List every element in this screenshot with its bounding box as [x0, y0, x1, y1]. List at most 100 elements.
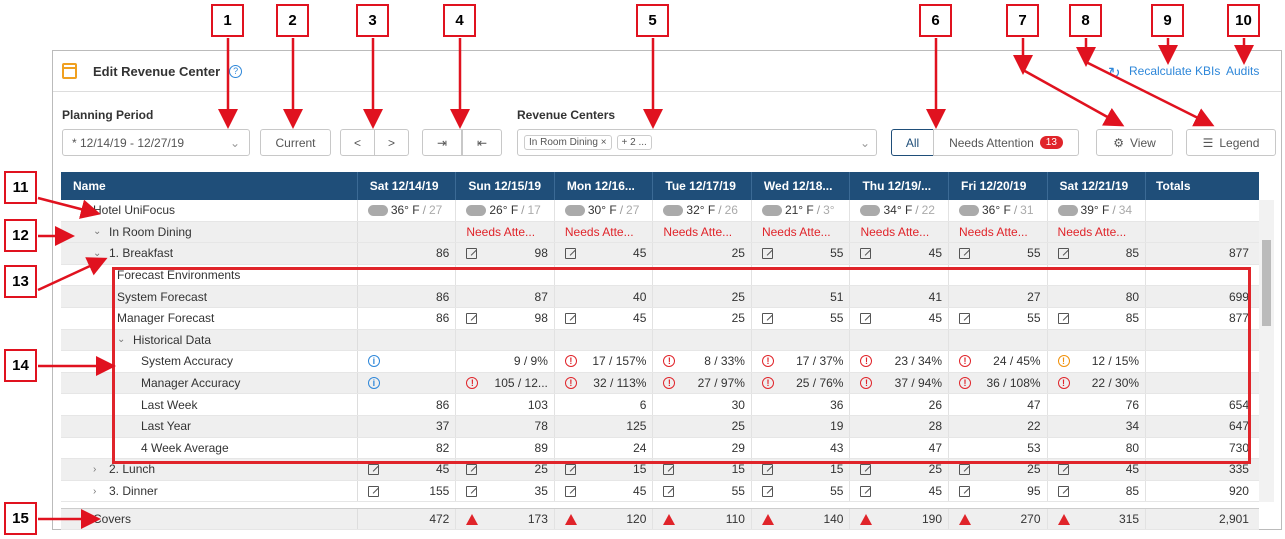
legend-button[interactable]: ☰ Legend — [1186, 129, 1276, 156]
value-cell[interactable]: 45 — [555, 480, 654, 502]
edit-icon[interactable] — [1057, 485, 1069, 497]
row-name-cell: ⌄ In Room Dining — [61, 221, 358, 243]
edit-icon[interactable] — [1057, 247, 1069, 259]
needs-attention-cell[interactable]: Needs Atte... — [653, 221, 752, 243]
value-cell[interactable]: 45 — [850, 307, 949, 329]
value-cell[interactable]: 55 — [752, 243, 851, 264]
edit-icon[interactable] — [860, 312, 872, 324]
audits-link[interactable]: Audits — [1226, 64, 1259, 78]
prev-period-button[interactable]: < — [340, 129, 375, 156]
edit-icon[interactable] — [663, 485, 675, 497]
indent-button[interactable]: ⇥ — [422, 129, 462, 156]
edit-icon[interactable] — [761, 463, 773, 475]
column-date-header[interactable]: Wed 12/18... — [752, 172, 851, 200]
needs-attention-cell[interactable]: Needs Atte... — [752, 221, 851, 243]
edit-icon[interactable] — [761, 247, 773, 259]
value-cell[interactable]: 45 — [850, 480, 949, 502]
in-room-dining-row[interactable]: ⌄ In Room Dining Needs Atte... Needs Atte..… — [61, 221, 1259, 244]
outdent-button[interactable]: ⇤ — [462, 129, 502, 156]
value-cell[interactable]: 45 — [358, 459, 457, 480]
value-cell[interactable]: 45 — [555, 243, 654, 264]
needs-attention-cell[interactable]: Needs Atte... — [949, 221, 1048, 243]
edit-icon[interactable] — [761, 312, 773, 324]
value-cell[interactable]: 35 — [456, 480, 555, 502]
value-cell[interactable]: 15 — [752, 459, 851, 480]
edit-icon[interactable] — [860, 463, 872, 475]
recalculate-kbis-link[interactable]: Recalculate KBIs — [1129, 64, 1220, 78]
current-button[interactable]: Current — [260, 129, 331, 156]
column-totals-header[interactable]: Totals — [1146, 172, 1259, 200]
refresh-icon[interactable]: ↻ — [1108, 64, 1121, 82]
needs-attention-cell[interactable]: Needs Atte... — [1048, 221, 1147, 243]
column-date-header[interactable]: Sat 12/14/19 — [358, 172, 457, 200]
column-date-header[interactable]: Mon 12/16... — [555, 172, 654, 200]
revenue-center-chip[interactable]: In Room Dining × — [524, 135, 612, 150]
value-cell[interactable]: 45 — [850, 243, 949, 264]
value-cell[interactable]: 55 — [752, 480, 851, 502]
revenue-centers-select[interactable]: In Room Dining × + 2 ... ⌄ — [517, 129, 877, 156]
edit-icon[interactable] — [959, 463, 970, 475]
value-cell[interactable]: 15 — [653, 459, 752, 480]
needs-attention-cell[interactable]: Needs Atte... — [555, 221, 654, 243]
planning-period-select[interactable]: * 12/14/19 - 12/27/19 ⌄ — [62, 129, 250, 156]
edit-icon[interactable] — [959, 247, 970, 259]
edit-icon[interactable] — [466, 463, 478, 475]
value-cell[interactable]: 25 — [850, 459, 949, 480]
vertical-scrollbar[interactable] — [1259, 200, 1274, 502]
edit-icon[interactable] — [959, 485, 970, 497]
edit-icon[interactable] — [466, 485, 478, 497]
value-cell[interactable]: 25 — [949, 459, 1048, 480]
value-cell[interactable]: 45 — [1048, 459, 1147, 480]
value-cell[interactable]: 15 — [555, 459, 654, 480]
column-name-header[interactable]: Name — [61, 172, 358, 200]
edit-icon[interactable] — [564, 312, 576, 324]
filter-needs-attention-button[interactable]: Needs Attention 13 — [933, 129, 1079, 156]
expand-chevron-icon[interactable]: › — [93, 486, 109, 497]
value-cell[interactable]: 85 — [1048, 480, 1147, 502]
column-date-header[interactable]: Thu 12/19/... — [850, 172, 949, 200]
revenue-center-more-chip[interactable]: + 2 ... — [616, 135, 652, 150]
edit-icon[interactable] — [466, 247, 478, 259]
edit-icon[interactable] — [564, 485, 576, 497]
value-cell[interactable]: 25 — [456, 459, 555, 480]
help-icon[interactable]: ? — [229, 64, 243, 78]
value-cell[interactable]: 45 — [555, 307, 654, 329]
scrollbar-thumb[interactable] — [1262, 240, 1271, 326]
column-date-header[interactable]: Tue 12/17/19 — [653, 172, 752, 200]
view-button[interactable]: ⚙ View — [1096, 129, 1173, 156]
column-date-header[interactable]: Fri 12/20/19 — [949, 172, 1048, 200]
edit-icon[interactable] — [959, 312, 970, 324]
edit-icon[interactable] — [663, 463, 675, 475]
value-cell[interactable]: 55 — [752, 307, 851, 329]
edit-icon[interactable] — [860, 485, 872, 497]
column-date-header[interactable]: Sat 12/21/19 — [1048, 172, 1147, 200]
value-cell[interactable]: 85 — [1048, 243, 1147, 264]
expand-chevron-icon[interactable]: ⌄ — [117, 334, 133, 345]
value-cell[interactable]: 98 — [456, 243, 555, 264]
expand-chevron-icon[interactable]: ⌄ — [93, 226, 109, 237]
filter-all-button[interactable]: All — [891, 129, 934, 156]
edit-icon[interactable] — [564, 247, 576, 259]
value-cell[interactable]: 155 — [358, 480, 457, 502]
value-cell[interactable]: 55 — [949, 243, 1048, 264]
needs-attention-cell[interactable]: Needs Atte... — [456, 221, 555, 243]
needs-attention-cell[interactable]: Needs Atte... — [850, 221, 949, 243]
edit-icon[interactable] — [367, 485, 379, 497]
value-cell[interactable]: 98 — [456, 307, 555, 329]
edit-icon[interactable] — [564, 463, 576, 475]
edit-icon[interactable] — [761, 485, 773, 497]
value-cell[interactable]: 55 — [949, 307, 1048, 329]
column-date-header[interactable]: Sun 12/15/19 — [456, 172, 555, 200]
edit-icon[interactable] — [466, 312, 478, 324]
value-cell[interactable]: 55 — [653, 480, 752, 502]
expand-chevron-icon[interactable]: ⌄ — [93, 248, 109, 259]
edit-icon[interactable] — [860, 247, 872, 259]
value-cell[interactable]: 85 — [1048, 307, 1147, 329]
expand-chevron-icon[interactable]: › — [93, 464, 109, 475]
edit-icon[interactable] — [1057, 312, 1069, 324]
needs-attention-cell[interactable] — [358, 221, 457, 243]
edit-icon[interactable] — [1057, 463, 1069, 475]
edit-icon[interactable] — [367, 463, 379, 475]
value-cell[interactable]: 95 — [949, 480, 1048, 502]
next-period-button[interactable]: > — [374, 129, 409, 156]
